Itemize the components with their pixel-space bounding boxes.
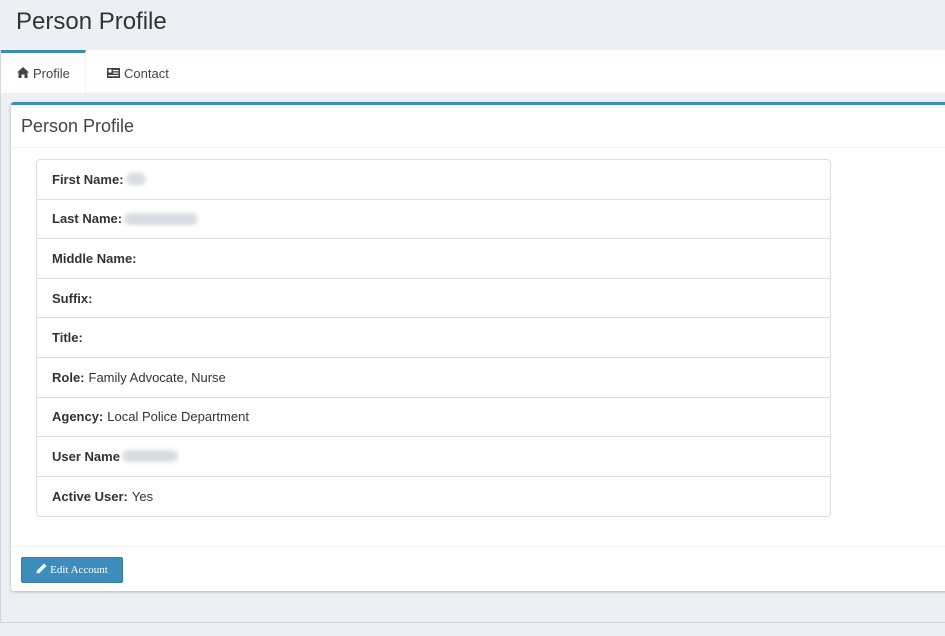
tab-contact[interactable]: Contact (107, 50, 169, 93)
home-icon (17, 66, 29, 81)
page-title: Person Profile (16, 8, 167, 35)
box-footer: Edit Account (11, 546, 945, 594)
active-user-label: Active User: (52, 489, 128, 505)
role-value: Family Advocate, Nurse (88, 369, 226, 385)
title-label: Title: (52, 330, 83, 346)
active-user-value: Yes (131, 489, 154, 505)
list-item-title: Title: (37, 318, 830, 358)
last-name-value-redacted (124, 212, 199, 225)
agency-value: Local Police Department (107, 409, 249, 425)
agency-label: Agency: (52, 409, 104, 425)
suffix-label: Suffix: (52, 290, 93, 306)
list-item-middle-name: Middle Name: (37, 239, 830, 279)
list-item-user-name: User Name (37, 437, 830, 477)
box-title: Person Profile (21, 115, 135, 136)
list-item-active-user: Active User: Yes (37, 477, 830, 517)
left-divider (0, 93, 1, 636)
role-label: Role: (52, 369, 85, 385)
bottom-bar (0, 622, 945, 636)
user-name-value-redacted (121, 450, 178, 463)
list-item-role: Role: Family Advocate, Nurse (37, 358, 830, 398)
person-profile-box: Person Profile First Name: Last Name: Mi… (11, 102, 945, 591)
list-item-first-name: First Name: (37, 160, 830, 200)
user-name-label: User Name (52, 448, 120, 464)
profile-details-list: First Name: Last Name: Middle Name: Suff… (36, 159, 831, 518)
tab-profile[interactable]: Profile (1, 50, 86, 93)
list-item-suffix: Suffix: (37, 279, 830, 319)
pencil-icon (36, 563, 50, 577)
box-header: Person Profile (11, 105, 945, 148)
contact-card-icon (107, 66, 120, 81)
first-name-label: First Name: (52, 171, 124, 187)
page-header: Person Profile (0, 0, 945, 50)
list-item-last-name: Last Name: (37, 200, 830, 240)
middle-name-label: Middle Name: (52, 250, 137, 266)
tab-profile-label: Profile (33, 65, 70, 81)
edit-account-label: Edit Account (50, 564, 108, 576)
tabs-bar: Profile Contact (0, 50, 945, 93)
last-name-label: Last Name: (52, 211, 123, 227)
edit-account-button[interactable]: Edit Account (21, 557, 123, 583)
first-name-value-redacted (125, 173, 146, 186)
tab-contact-label: Contact (124, 65, 169, 81)
list-item-agency: Agency: Local Police Department (37, 398, 830, 438)
